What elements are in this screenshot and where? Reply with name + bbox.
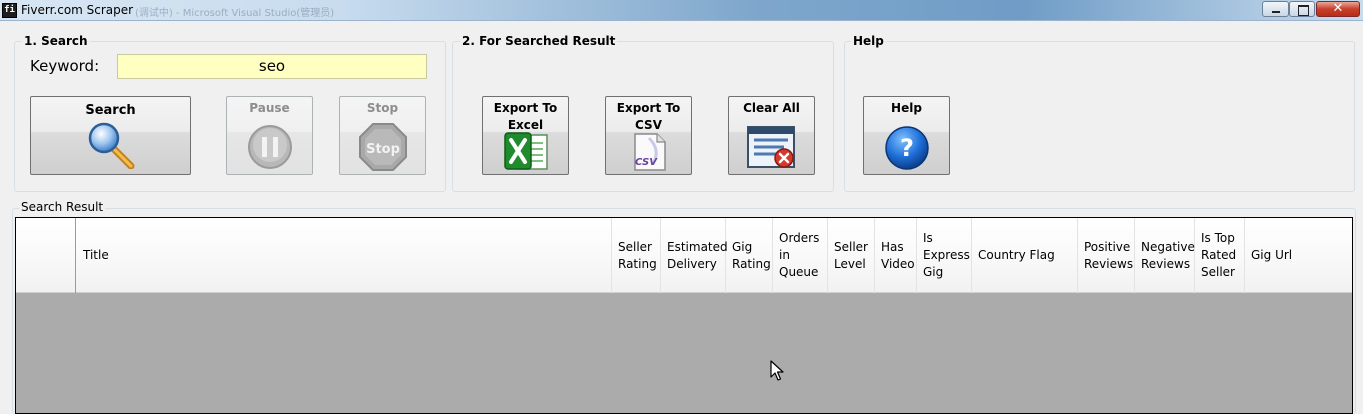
close-button[interactable]: ✕ — [1316, 1, 1360, 17]
window-title-ghost: (调试中) - Microsoft Visual Studio(管理员) — [135, 8, 335, 19]
export-csv-button-label: Export To CSV — [616, 101, 681, 132]
minimize-button[interactable] — [1262, 1, 1289, 17]
search-group-title: 1. Search — [22, 34, 90, 48]
column-header-country-flag[interactable]: Country Flag — [972, 218, 1078, 293]
search-button[interactable]: Search — [30, 96, 191, 175]
result-actions-group-title: 2. For Searched Result — [460, 34, 618, 48]
column-header-has-video[interactable]: Has Video — [875, 218, 917, 293]
minimize-icon — [1263, 2, 1288, 16]
column-header-seller-rating[interactable]: Seller Rating — [612, 218, 661, 293]
column-header-title[interactable]: Title — [77, 218, 612, 293]
maximize-button[interactable] — [1289, 1, 1315, 17]
clear-all-icon — [747, 126, 795, 168]
keyword-label: Keyword: — [30, 57, 100, 75]
column-header-estimated-delivery[interactable]: Estimated Delivery — [661, 218, 728, 293]
keyword-input[interactable]: seo — [117, 54, 427, 79]
stop-button[interactable]: Stop Stop — [339, 96, 426, 175]
column-header-gig-url[interactable]: Gig Url — [1245, 218, 1352, 293]
search-button-label: Search — [85, 103, 136, 118]
help-group-title: Help — [851, 34, 886, 48]
search-icon — [88, 122, 135, 169]
help-icon-text: ? — [900, 134, 914, 162]
clear-all-button[interactable]: Clear All — [728, 96, 815, 175]
column-header-is-top-rated-seller[interactable]: Is Top Rated Seller — [1195, 218, 1245, 293]
column-header-positive-reviews[interactable]: Positive Reviews — [1078, 218, 1135, 293]
pause-button[interactable]: Pause — [226, 96, 313, 175]
column-header-negative-reviews[interactable]: Negative Reviews — [1135, 218, 1195, 293]
pause-icon — [248, 125, 292, 169]
column-header-seller-level[interactable]: Seller Level — [828, 218, 875, 293]
close-icon: ✕ — [1332, 1, 1344, 16]
help-icon: ? — [885, 126, 929, 170]
csv-file-icon: CSV — [634, 133, 666, 171]
column-header-orders-in-queue[interactable]: Orders in Queue — [773, 218, 828, 293]
search-result-grid[interactable]: Title Seller Rating Estimated Delivery G… — [15, 217, 1353, 414]
title-bar: fi Fiverr.com Scraper (调试中) - Microsoft … — [0, 0, 1363, 21]
stop-icon-text: Stop — [366, 142, 400, 157]
column-header-gig-rating[interactable]: Gig Rating — [726, 218, 773, 293]
export-csv-button[interactable]: Export To CSV CSV — [605, 96, 692, 175]
excel-icon — [504, 132, 548, 170]
stop-icon: Stop — [359, 123, 407, 171]
mouse-cursor-icon — [770, 360, 784, 381]
pause-button-label: Pause — [249, 101, 290, 115]
row-header-corner[interactable] — [16, 218, 76, 293]
window-title: Fiverr.com Scraper — [21, 3, 134, 17]
app-icon: fi — [2, 3, 17, 18]
help-button[interactable]: Help ? — [863, 96, 950, 175]
search-result-title: Search Result — [19, 200, 106, 214]
stop-button-label: Stop — [366, 101, 399, 115]
column-header-is-express-gig[interactable]: Is Express Gig — [917, 218, 972, 293]
export-excel-button[interactable]: Export To Excel — [482, 96, 569, 175]
maximize-icon — [1290, 2, 1314, 16]
csv-icon-text: CSV — [635, 157, 658, 168]
clear-all-button-label: Clear All — [743, 101, 800, 115]
grid-header: Title Seller Rating Estimated Delivery G… — [16, 218, 1352, 293]
export-excel-button-label: Export To Excel — [493, 101, 558, 132]
help-button-label: Help — [891, 101, 922, 115]
